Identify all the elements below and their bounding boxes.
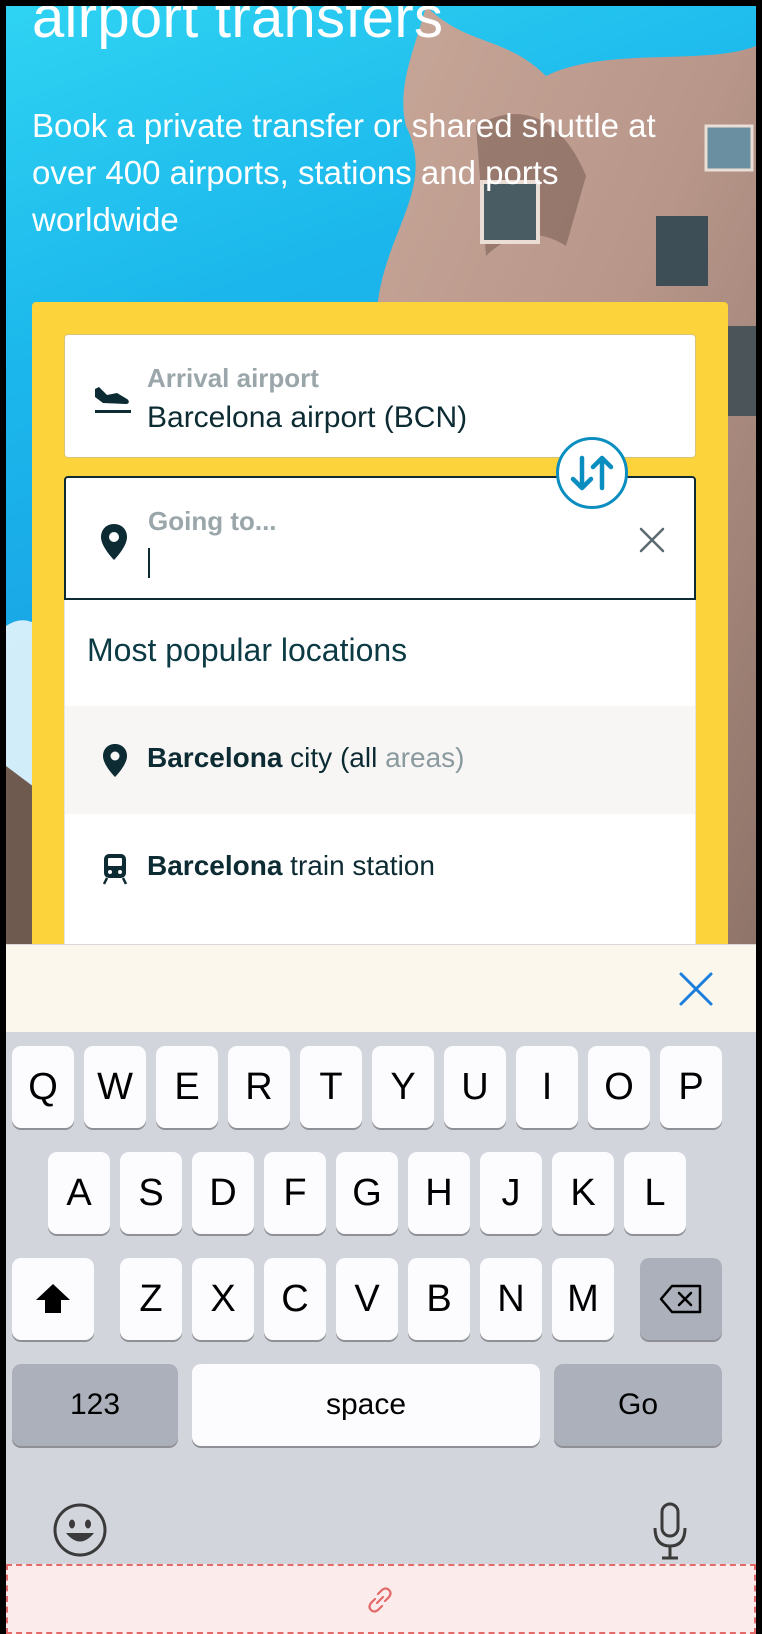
swap-arrows-icon xyxy=(570,455,614,491)
on-screen-keyboard: Q W E R T Y U I O P A S D F G H J K L Z … xyxy=(6,1032,756,1634)
key-c[interactable]: C xyxy=(264,1258,326,1340)
text-cursor xyxy=(148,548,150,578)
key-i[interactable]: I xyxy=(516,1046,578,1128)
space-key[interactable]: space xyxy=(192,1364,540,1446)
microphone-icon[interactable] xyxy=(650,1502,690,1562)
shift-key[interactable] xyxy=(12,1258,94,1340)
suggestions-heading: Most popular locations xyxy=(87,632,408,668)
suggestion-item[interactable]: Barcelona city (all areas) xyxy=(65,706,695,814)
arrival-airport-value: Barcelona airport (BCN) xyxy=(147,401,468,434)
close-icon[interactable] xyxy=(676,969,716,1009)
key-w[interactable]: W xyxy=(84,1046,146,1128)
plane-landing-icon xyxy=(95,387,131,413)
key-g[interactable]: G xyxy=(336,1152,398,1234)
hero-section: airport transfers Book a private transfe… xyxy=(6,6,756,944)
key-n[interactable]: N xyxy=(480,1258,542,1340)
arrival-airport-label: Arrival airport xyxy=(147,363,319,393)
key-y[interactable]: Y xyxy=(372,1046,434,1128)
key-p[interactable]: P xyxy=(660,1046,722,1128)
key-q[interactable]: Q xyxy=(12,1046,74,1128)
backspace-icon xyxy=(659,1284,702,1314)
train-icon xyxy=(102,854,128,885)
map-pin-icon xyxy=(103,744,127,777)
key-z[interactable]: Z xyxy=(120,1258,182,1340)
going-to-label: Going to... xyxy=(148,506,277,536)
key-b[interactable]: B xyxy=(408,1258,470,1340)
key-j[interactable]: J xyxy=(480,1152,542,1234)
backspace-key[interactable] xyxy=(640,1258,722,1340)
booking-card: Arrival airport Barcelona airport (BCN) … xyxy=(32,302,728,944)
keyboard-accessory-bar xyxy=(6,944,756,1032)
suggestion-label: Barcelona train station xyxy=(147,850,435,881)
key-e[interactable]: E xyxy=(156,1046,218,1128)
key-u[interactable]: U xyxy=(444,1046,506,1128)
link-icon[interactable] xyxy=(364,1584,396,1616)
emoji-icon[interactable] xyxy=(52,1502,108,1558)
app-screen: airport transfers Book a private transfe… xyxy=(6,6,756,1634)
key-f[interactable]: F xyxy=(264,1152,326,1234)
map-pin-icon xyxy=(101,524,127,560)
shift-arrow-icon xyxy=(36,1284,70,1313)
key-s[interactable]: S xyxy=(120,1152,182,1234)
key-r[interactable]: R xyxy=(228,1046,290,1128)
key-l[interactable]: L xyxy=(624,1152,686,1234)
key-k[interactable]: K xyxy=(552,1152,614,1234)
location-suggestions: Most popular locations Barcelona city (a… xyxy=(64,600,696,944)
clear-input-icon[interactable] xyxy=(636,524,668,556)
key-d[interactable]: D xyxy=(192,1152,254,1234)
go-key[interactable]: Go xyxy=(554,1364,722,1446)
key-h[interactable]: H xyxy=(408,1152,470,1234)
hero-subtitle: Book a private transfer or shared shuttl… xyxy=(32,107,656,238)
link-bar xyxy=(6,1564,756,1634)
key-x[interactable]: X xyxy=(192,1258,254,1340)
suggestion-item[interactable]: Barcelona train station xyxy=(65,814,695,922)
swap-locations-button[interactable] xyxy=(556,437,628,509)
key-o[interactable]: O xyxy=(588,1046,650,1128)
numbers-key[interactable]: 123 xyxy=(12,1364,178,1446)
suggestion-label: Barcelona city (all areas) xyxy=(147,742,465,773)
key-a[interactable]: A xyxy=(48,1152,110,1234)
key-v[interactable]: V xyxy=(336,1258,398,1340)
key-t[interactable]: T xyxy=(300,1046,362,1128)
key-m[interactable]: M xyxy=(552,1258,614,1340)
hero-title: airport transfers xyxy=(32,6,444,50)
